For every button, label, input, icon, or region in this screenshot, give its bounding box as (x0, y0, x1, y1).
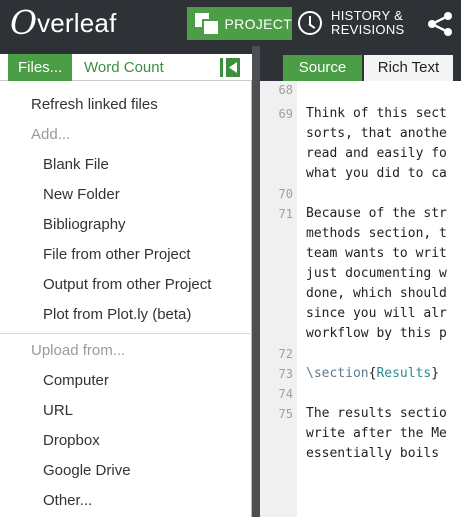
files-menu-button[interactable]: Files... (8, 54, 72, 81)
code-line: read and easily fo (260, 144, 461, 164)
menu-upload-google-drive[interactable]: Google Drive (0, 456, 252, 486)
panel-edge (0, 46, 8, 54)
code-line: 69 Think of this sect (260, 104, 461, 124)
source-editor-tab[interactable]: Source (283, 55, 362, 81)
overleaf-logo[interactable]: Overleaf (10, 4, 117, 42)
code-line: what you did to ca (260, 164, 461, 184)
menu-plot-from-plotly[interactable]: Plot from Plot.ly (beta) (0, 300, 252, 330)
line-text: just documenting w (306, 266, 447, 281)
code-editor[interactable]: 68 69 Think of this sect sorts, that anothe… (260, 81, 461, 517)
line-text: since you will alr (306, 306, 447, 321)
project-button[interactable]: PROJECT (187, 7, 292, 40)
line-text: sorts, that anothe (306, 126, 447, 141)
code-line: since you will alr (260, 304, 461, 324)
line-number: 73 (278, 367, 293, 381)
line-number: 75 (278, 407, 293, 421)
file-tree-toolbar: Files... Word Count (0, 54, 252, 81)
line-number: 68 (278, 83, 293, 97)
menu-upload-dropbox[interactable]: Dropbox (0, 426, 252, 456)
line-text: what you did to ca (306, 166, 447, 181)
panel-resizer[interactable] (252, 46, 260, 517)
line-text: methods section, t (306, 226, 447, 241)
history-label-line2: REVISIONS (331, 22, 405, 37)
menu-new-folder[interactable]: New Folder (0, 180, 252, 210)
line-number: 70 (278, 187, 293, 201)
history-label-line1: HISTORY & (331, 8, 404, 23)
project-label: PROJECT (224, 15, 292, 32)
line-text: The results sectio (306, 406, 447, 421)
code-line: done, which should (260, 284, 461, 304)
history-revisions-button[interactable]: HISTORY & REVISIONS (298, 6, 405, 40)
code-line: essentially boils (260, 444, 461, 464)
line-number: 74 (278, 387, 293, 401)
code-line: methods section, t (260, 224, 461, 244)
menu-upload-url[interactable]: URL (0, 396, 252, 426)
line-text: workflow by this p (306, 326, 447, 341)
logo-text: verleaf (37, 8, 117, 38)
history-label: HISTORY & REVISIONS (331, 9, 405, 37)
line-text: Because of the str (306, 206, 447, 221)
clock-icon (298, 11, 322, 35)
menu-bibliography[interactable]: Bibliography (0, 210, 252, 240)
code-line: sorts, that anothe (260, 124, 461, 144)
menu-add-header: Add... (31, 126, 71, 143)
code-line: 72 (260, 344, 461, 364)
line-text: Think of this sect (306, 106, 447, 121)
code-line: 71 Because of the str (260, 204, 461, 224)
code-line: 75 The results sectio (260, 404, 461, 424)
code-line: 68 (260, 81, 461, 100)
share-icon[interactable] (426, 11, 456, 37)
code-line: team wants to writ (260, 244, 461, 264)
rich-text-editor-tab[interactable]: Rich Text (364, 55, 453, 81)
line-text: write after the Me (306, 426, 447, 441)
menu-upload-computer[interactable]: Computer (0, 366, 252, 396)
line-number: 72 (278, 347, 293, 361)
top-bar: Overleaf PROJECT HISTORY & REVISIONS (0, 0, 461, 46)
menu-file-from-other-project[interactable]: File from other Project (0, 240, 252, 270)
logo-initial: O (10, 3, 38, 42)
line-text: read and easily fo (306, 146, 447, 161)
code-line: just documenting w (260, 264, 461, 284)
menu-blank-file[interactable]: Blank File (0, 150, 252, 180)
code-line: 73 \section{Results} (260, 364, 461, 384)
code-line: 70 (260, 184, 461, 204)
code-line: 74 (260, 384, 461, 404)
line-number: 71 (278, 207, 293, 221)
code-line: workflow by this p (260, 324, 461, 344)
line-number: 69 (278, 107, 293, 121)
menu-upload-header: Upload from... (31, 342, 126, 359)
menu-output-from-other-project[interactable]: Output from other Project (0, 270, 252, 300)
menu-upload-other[interactable]: Other... (0, 486, 252, 516)
files-dropdown-menu: Refresh linked files Add... Blank File N… (0, 81, 252, 517)
menu-refresh-linked-files[interactable]: Refresh linked files (0, 90, 252, 120)
menu-divider (0, 333, 252, 334)
code-line: write after the Me (260, 424, 461, 444)
line-text: team wants to writ (306, 246, 447, 261)
line-text: done, which should (306, 286, 447, 301)
line-text: \section{Results} (306, 366, 440, 381)
word-count-button[interactable]: Word Count (84, 54, 164, 81)
line-text: essentially boils (306, 446, 440, 461)
collapse-left-icon[interactable] (218, 57, 242, 78)
project-icon (195, 12, 219, 35)
